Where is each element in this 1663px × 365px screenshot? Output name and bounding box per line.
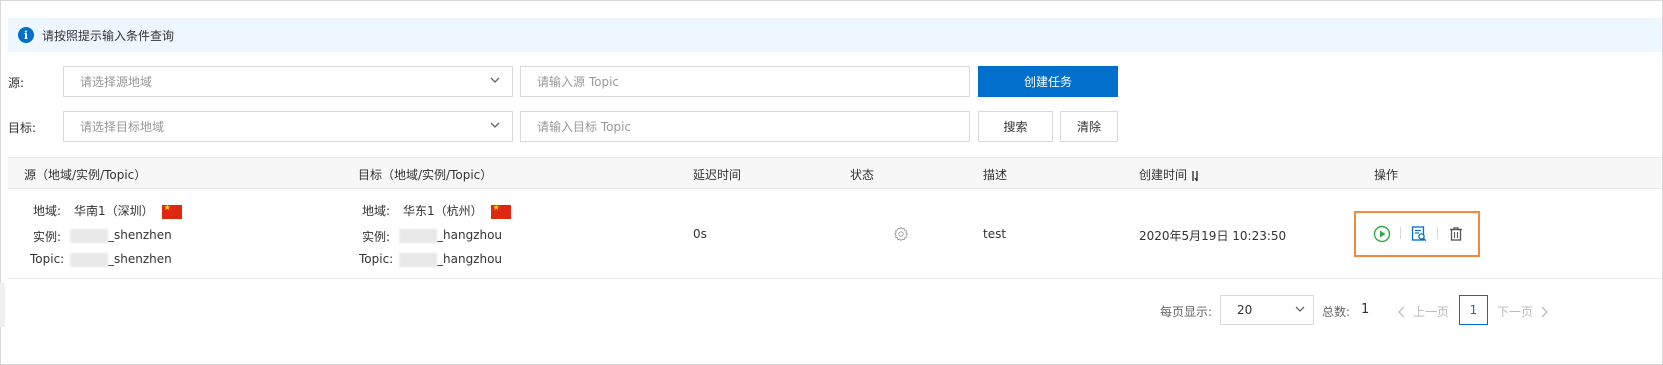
masked-text [399,252,437,267]
masked-text [399,228,437,243]
table-header: 源（地域/实例/Topic） 目标（地域/实例/Topic） 延迟时间 状态 描… [8,157,1662,189]
chevron-down-icon [1295,306,1305,312]
info-icon: i [18,27,34,43]
page-size-select[interactable]: 20 [1220,295,1314,325]
target-label: 目标: [8,121,37,135]
delete-icon[interactable] [1447,225,1465,243]
target-region-placeholder: 请选择目标地域 [80,120,165,134]
source-region-value: 华南1（深圳） [74,204,154,218]
view-details-icon[interactable] [1410,225,1428,243]
prev-page-label: 上一页 [1413,305,1450,319]
description-value: test [983,227,1007,241]
page-size-value: 20 [1237,303,1253,317]
source-label: 源: [8,76,25,90]
target-instance-value: _hangzhou [437,228,503,242]
header-delay: 延迟时间 [693,168,742,182]
chevron-left-icon [1398,306,1405,317]
info-notice: i 请按照提示输入条件查询 [8,18,1662,52]
source-topic-placeholder: 请输入源 Topic [537,75,619,89]
source-instance-value: _shenzhen [108,228,172,242]
source-topic-input[interactable]: 请输入源 Topic [520,66,970,97]
source-topic-label: Topic: [30,252,65,266]
target-topic-label: Topic: [359,252,394,266]
target-topic-placeholder: 请输入目标 Topic [537,120,631,134]
source-topic-cell: _shenzhen [64,252,172,267]
scroll-handle[interactable] [0,283,5,327]
action-separator [1400,227,1401,239]
status-gear-icon [894,226,908,242]
chevron-down-icon [490,122,500,128]
sort-icon[interactable] [1191,170,1199,182]
create-task-button[interactable]: 创建任务 [978,66,1118,97]
page-1-button[interactable]: 1 [1459,295,1488,325]
target-topic-value: _hangzhou [437,252,503,266]
chevron-down-icon [490,77,500,83]
search-button[interactable]: 搜索 [978,111,1053,142]
source-instance-label: 实例: [33,230,62,244]
source-region-placeholder: 请选择源地域 [80,75,153,89]
next-page-button[interactable]: 下一页 [1497,303,1549,320]
target-region-value: 华东1（杭州） [403,204,483,218]
target-instance-label: 实例: [362,230,391,244]
header-source: 源（地域/实例/Topic） [24,168,147,182]
source-region-select[interactable]: 请选择源地域 [63,66,513,97]
header-created-label: 创建时间 [1139,168,1188,182]
china-flag-icon [161,203,182,219]
header-actions: 操作 [1374,168,1399,182]
prev-page-button[interactable]: 上一页 [1397,303,1449,320]
delay-value: 0s [693,227,707,241]
header-status: 状态 [850,168,875,182]
clear-button[interactable]: 清除 [1060,111,1118,142]
masked-text [70,252,108,267]
source-region-label: 地域: [33,204,62,218]
source-topic-value: _shenzhen [108,252,172,266]
header-description: 描述 [983,168,1008,182]
page-size-label: 每页显示: [1160,305,1213,319]
header-target: 目标（地域/实例/Topic） [358,168,493,182]
source-instance-cell: _shenzhen [64,228,172,243]
total-label: 总数: [1322,305,1351,319]
target-topic-input[interactable]: 请输入目标 Topic [520,111,970,142]
action-separator [1437,227,1438,239]
target-region-cell: 华东1（杭州） [403,202,511,219]
target-topic-cell: _hangzhou [393,252,502,267]
target-instance-cell: _hangzhou [393,228,502,243]
total-count: 1 [1361,302,1370,317]
header-created[interactable]: 创建时间 [1139,166,1199,183]
target-region-label: 地域: [362,204,391,218]
china-flag-icon [490,203,511,219]
target-region-select[interactable]: 请选择目标地域 [63,111,513,142]
source-region-cell: 华南1（深圳） [74,202,182,219]
notice-text: 请按照提示输入条件查询 [42,28,175,43]
chevron-right-icon [1541,306,1548,317]
created-time-value: 2020年5月19日 10:23:50 [1139,229,1287,243]
next-page-label: 下一页 [1497,305,1534,319]
masked-text [70,228,108,243]
start-icon[interactable] [1373,225,1391,243]
